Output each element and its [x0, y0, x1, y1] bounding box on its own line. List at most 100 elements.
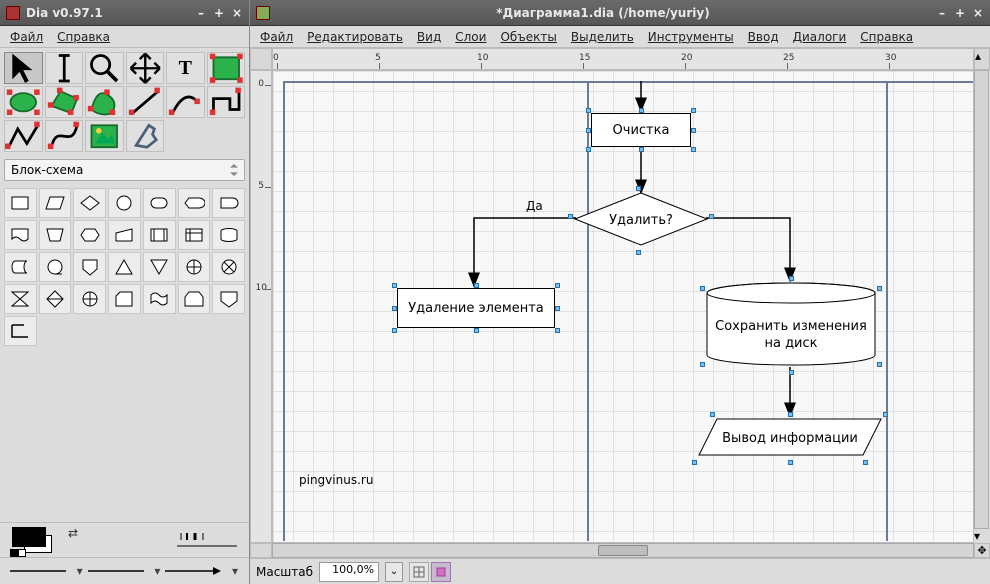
arrow-start-drop-icon[interactable]: ▾ — [74, 564, 86, 578]
nav-pan-icon[interactable]: ✥ — [974, 543, 990, 558]
snap-grid-button[interactable] — [409, 562, 429, 582]
tool-text-cursor[interactable] — [45, 52, 84, 84]
toolbox-spacer — [0, 350, 249, 522]
close-icon[interactable]: × — [972, 6, 984, 20]
zoom-dropdown-icon[interactable]: ⌄ — [385, 562, 403, 582]
shape-collate[interactable] — [4, 284, 37, 314]
shape-connector[interactable] — [108, 188, 141, 218]
menu-help[interactable]: Справка — [854, 28, 919, 46]
shape-manual-input[interactable] — [108, 220, 141, 250]
line-pattern-preview[interactable] — [177, 531, 237, 549]
menu-dialogs[interactable]: Диалоги — [787, 28, 853, 46]
tool-polygon[interactable] — [45, 86, 84, 118]
shape-loop-limit[interactable] — [178, 284, 211, 314]
shape-card[interactable] — [108, 284, 141, 314]
flow-node-decision[interactable]: Удалить? — [573, 191, 709, 250]
shape-display[interactable] — [178, 188, 211, 218]
flow-node-save-disk[interactable]: Сохранить изменения на диск — [705, 281, 877, 370]
shape-direct-data[interactable] — [73, 284, 106, 314]
shape-predefined[interactable] — [143, 220, 176, 250]
tool-polyline[interactable] — [4, 120, 43, 152]
default-colors-icon[interactable] — [10, 549, 26, 557]
close-icon[interactable]: × — [231, 6, 243, 20]
shape-extract[interactable] — [108, 252, 141, 282]
fg-bg-swatch[interactable]: ⇄ — [12, 527, 66, 553]
horizontal-scrollbar[interactable] — [272, 543, 974, 558]
scroll-left-btn[interactable] — [250, 543, 272, 558]
shape-delay[interactable] — [212, 188, 245, 218]
menu-layers[interactable]: Слои — [449, 28, 492, 46]
shape-or[interactable] — [178, 252, 211, 282]
tool-pointer[interactable] — [4, 52, 43, 84]
minimize-icon[interactable]: – — [936, 6, 948, 20]
vertical-ruler[interactable]: 0 5 10 — [250, 70, 272, 543]
maximize-icon[interactable]: + — [213, 6, 225, 20]
scroll-down-btn[interactable]: ▾ — [974, 529, 990, 543]
flow-node-delete[interactable]: Удаление элемента — [397, 288, 555, 328]
menu-view[interactable]: Вид — [411, 28, 447, 46]
tool-ellipse[interactable] — [4, 86, 43, 118]
tool-line[interactable] — [126, 86, 165, 118]
menu-file[interactable]: Файл — [254, 28, 299, 46]
shape-sequential[interactable] — [39, 252, 72, 282]
scroll-up-btn[interactable]: ▴ — [974, 48, 990, 70]
shape-process[interactable] — [4, 188, 37, 218]
arrow-start[interactable] — [8, 563, 74, 579]
snap-object-button[interactable] — [431, 562, 451, 582]
toolbox-title: Dia v0.97.1 — [26, 6, 103, 20]
tool-move[interactable] — [126, 52, 165, 84]
shape-decision[interactable] — [73, 188, 106, 218]
menu-objects[interactable]: Объекты — [494, 28, 562, 46]
tool-magnify[interactable] — [85, 52, 124, 84]
arrow-end-drop-icon[interactable]: ▾ — [229, 564, 241, 578]
menu-help[interactable]: Справка — [51, 28, 116, 46]
shape-sort[interactable] — [39, 284, 72, 314]
line-style-drop-icon[interactable]: ▾ — [151, 564, 163, 578]
menu-input[interactable]: Ввод — [742, 28, 785, 46]
shape-internal-storage[interactable] — [178, 220, 211, 250]
color-row: ⇄ — [0, 522, 249, 558]
tool-box[interactable] — [207, 52, 246, 84]
shape-data-storage[interactable] — [4, 316, 37, 346]
shape-parallelogram[interactable] — [39, 188, 72, 218]
tool-image[interactable] — [85, 120, 124, 152]
shape-offpage2[interactable] — [212, 284, 245, 314]
tool-arc[interactable] — [166, 86, 205, 118]
swap-colors-icon[interactable]: ⇄ — [68, 526, 78, 540]
editor-titlebar[interactable]: *Диаграмма1.dia (/home/yuriy) – + × — [250, 0, 990, 26]
tool-text[interactable]: T — [166, 52, 205, 84]
shape-offpage[interactable] — [73, 252, 106, 282]
horizontal-ruler[interactable]: 0 5 10 15 20 25 30 — [272, 48, 974, 70]
vertical-scrollbar[interactable] — [974, 70, 989, 529]
tool-beziergon[interactable] — [85, 86, 124, 118]
menu-select[interactable]: Выделить — [565, 28, 640, 46]
shape-manual-op[interactable] — [39, 220, 72, 250]
editor-menubar: Файл Редактировать Вид Слои Объекты Выде… — [250, 26, 990, 48]
shape-magnetic-disk[interactable] — [212, 220, 245, 250]
toolbox-titlebar[interactable]: Dia v0.97.1 – + × — [0, 0, 249, 26]
editor-window: *Диаграмма1.dia (/home/yuriy) – + × Файл… — [250, 0, 990, 584]
line-style[interactable] — [86, 563, 152, 579]
shape-merge-tri[interactable] — [143, 252, 176, 282]
shape-preparation[interactable] — [73, 220, 106, 250]
shape-stored-data[interactable] — [4, 252, 37, 282]
flow-node-output[interactable]: Вывод информации — [697, 417, 883, 460]
tool-zigzag[interactable] — [207, 86, 246, 118]
zoom-input[interactable]: 100,0% — [319, 562, 379, 582]
shape-tape[interactable] — [143, 284, 176, 314]
arrow-end[interactable] — [163, 563, 229, 579]
minimize-icon[interactable]: – — [195, 6, 207, 20]
tool-outline[interactable] — [126, 120, 165, 152]
menu-file[interactable]: Файл — [4, 28, 49, 46]
maximize-icon[interactable]: + — [954, 6, 966, 20]
tool-bezier[interactable] — [45, 120, 84, 152]
canvas[interactable]: Очистка Удалить? Да Удаление элемента — [272, 70, 974, 543]
shape-terminal[interactable] — [143, 188, 176, 218]
shape-document[interactable] — [4, 220, 37, 250]
flow-node-clear[interactable]: Очистка — [591, 113, 691, 147]
sheet-selector[interactable]: Блок-схема — [4, 159, 245, 181]
shape-summing[interactable] — [212, 252, 245, 282]
toolbox-menubar: Файл Справка — [0, 26, 249, 48]
menu-tools[interactable]: Инструменты — [642, 28, 740, 46]
menu-edit[interactable]: Редактировать — [301, 28, 409, 46]
